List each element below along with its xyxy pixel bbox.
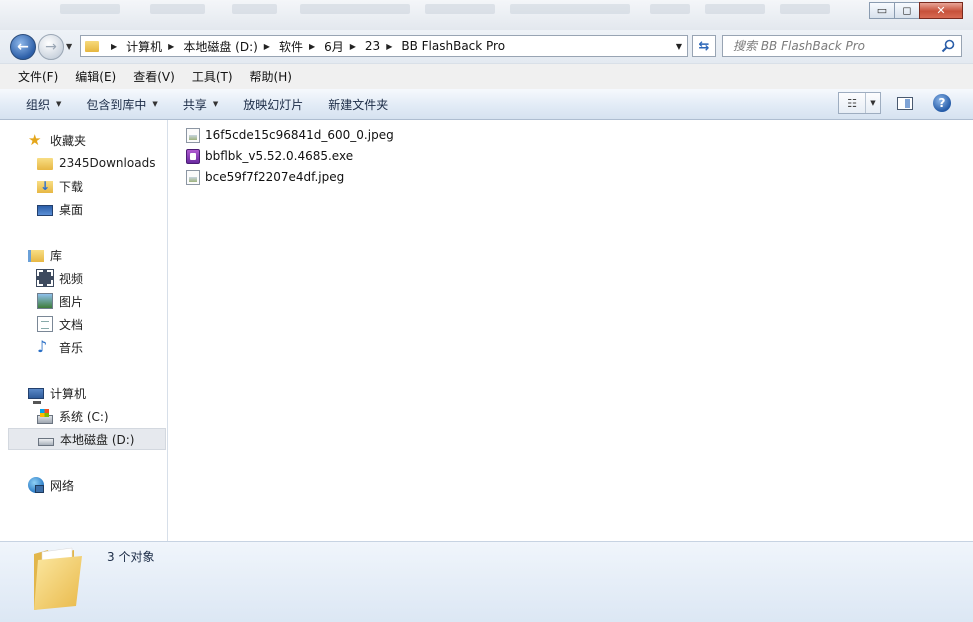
download-folder-icon (37, 179, 53, 193)
refresh-button[interactable]: ⇆ (692, 35, 716, 57)
video-library-icon (36, 269, 54, 287)
large-folder-icon (34, 547, 82, 610)
close-button[interactable]: ✕ (919, 2, 963, 19)
new-folder-button[interactable]: 新建文件夹 (322, 96, 394, 113)
hard-drive-icon (38, 437, 54, 446)
address-bar[interactable]: ▶ 计算机 ▶ 本地磁盘 (D:) ▶ 软件 ▶ 6月 ▶ 23 ▶ BB FlashBa… (80, 35, 688, 57)
address-history-dropdown[interactable]: ▼ (676, 42, 682, 51)
chevron-down-icon: ▼ (675, 42, 682, 51)
view-options: ☷ ▼ (838, 92, 881, 114)
nav-libraries[interactable]: 库 (28, 245, 62, 265)
nav-network[interactable]: 网络 (28, 475, 74, 495)
menu-view[interactable]: 查看(V) (128, 68, 180, 85)
folder-icon (37, 158, 53, 170)
file-item[interactable]: bbflbk_v5.52.0.4685.exe (186, 146, 353, 166)
menu-help[interactable]: 帮助(H) (245, 68, 297, 85)
jpeg-file-icon (186, 169, 200, 185)
nav-item-documents[interactable]: 文档 (37, 314, 83, 334)
menu-edit[interactable]: 编辑(E) (70, 68, 121, 85)
change-view-button[interactable]: ☷ (839, 93, 866, 113)
chevron-down-icon: ▼ (870, 99, 876, 107)
menu-tools[interactable]: 工具(T) (187, 68, 238, 85)
window-controls: ▭ ◻ ✕ (869, 2, 963, 19)
help-icon: ? (938, 96, 946, 110)
nav-item-pictures[interactable]: 图片 (37, 291, 83, 311)
nav-item-downloads[interactable]: 下载 (37, 176, 83, 196)
chevron-right-icon: ▶ (111, 41, 118, 51)
nav-computer[interactable]: 计算机 (28, 383, 86, 404)
chevron-right-icon: ▶ (168, 41, 175, 51)
chevron-down-icon: ▼ (66, 42, 73, 51)
more-views-dropdown[interactable]: ▼ (866, 93, 880, 113)
share-button[interactable]: 共享 ▼ (177, 96, 224, 113)
breadcrumb-item[interactable]: 软件 ▶ (279, 38, 324, 55)
chevron-down-icon: ▼ (56, 100, 62, 108)
arrow-left-icon: ← (17, 39, 29, 55)
chevron-right-icon: ▶ (263, 41, 270, 51)
breadcrumb-item[interactable]: 6月 ▶ (324, 38, 365, 55)
organize-button[interactable]: 组织 ▼ (20, 96, 67, 113)
maximize-button[interactable]: ◻ (894, 2, 920, 19)
navigation-pane: ★ 收藏夹 2345Downloads 下载 桌面 库 视频 图片 文档 ♪ 音… (0, 120, 168, 541)
breadcrumb-root[interactable]: ▶ (105, 42, 126, 51)
nav-item-2345downloads[interactable]: 2345Downloads (37, 153, 155, 173)
breadcrumb-current[interactable]: BB FlashBack Pro (401, 39, 505, 53)
file-item[interactable]: 16f5cde15c96841d_600_0.jpeg (186, 125, 394, 145)
network-icon (28, 477, 44, 493)
arrow-right-icon: → (45, 39, 57, 55)
item-count: 3 个对象 (107, 550, 155, 564)
details-view-icon: ☷ (847, 96, 857, 110)
nav-item-drive-d[interactable]: 本地磁盘 (D:) (8, 428, 166, 450)
search-icon[interactable] (941, 39, 955, 53)
music-note-icon: ♪ (37, 337, 48, 356)
include-in-library-button[interactable]: 包含到库中 ▼ (80, 96, 163, 113)
exe-file-icon (186, 148, 200, 164)
recent-pages-dropdown[interactable]: ▼ (66, 42, 72, 51)
system-drive-icon (37, 408, 53, 424)
menu-bar: 文件(F) 编辑(E) 查看(V) 工具(T) 帮助(H) (0, 63, 973, 90)
pictures-library-icon (37, 293, 53, 309)
star-icon: ★ (28, 131, 42, 149)
maximize-icon: ◻ (902, 4, 912, 17)
chevron-down-icon: ▼ (212, 100, 219, 108)
minimize-button[interactable]: ▭ (869, 2, 895, 19)
nav-item-videos[interactable]: 视频 (36, 268, 83, 288)
folder-icon (85, 40, 99, 52)
chevron-right-icon: ▶ (308, 41, 316, 51)
minimize-icon: ▭ (876, 4, 888, 17)
computer-icon (28, 388, 44, 404)
chevron-down-icon: ▼ (152, 100, 158, 108)
refresh-icon: ⇆ (698, 38, 710, 54)
nav-favorites[interactable]: ★ 收藏夹 (28, 130, 86, 150)
library-icon (28, 250, 44, 262)
forward-button[interactable]: → (38, 34, 64, 60)
title-bar: ▭ ◻ ✕ (0, 0, 973, 30)
breadcrumb-item[interactable]: 计算机 ▶ (126, 38, 183, 55)
desktop-icon (37, 204, 53, 216)
command-bar: 组织 ▼ 包含到库中 ▼ 共享 ▼ 放映幻灯片 新建文件夹 ☷ ▼ ? (0, 89, 973, 120)
navigation-row: ← → ▼ ▶ 计算机 ▶ 本地磁盘 (D:) ▶ 软件 ▶ 6月 ▶ 23 ▶ BB F… (0, 30, 973, 63)
file-item[interactable]: bce59f7f2207e4df.jpeg (186, 167, 344, 187)
jpeg-file-icon (186, 127, 200, 143)
nav-item-desktop[interactable]: 桌面 (37, 199, 83, 219)
back-button[interactable]: ← (10, 34, 36, 60)
documents-library-icon (37, 316, 53, 332)
preview-pane-button[interactable] (897, 97, 913, 110)
file-list: 16f5cde15c96841d_600_0.jpeg bbflbk_v5.52… (168, 120, 973, 541)
nav-item-drive-c[interactable]: 系统 (C:) (37, 406, 109, 426)
chevron-right-icon: ▶ (349, 41, 356, 51)
menu-file[interactable]: 文件(F) (13, 68, 63, 85)
help-button[interactable]: ? (933, 94, 951, 112)
search-box (722, 35, 962, 57)
breadcrumb-item[interactable]: 23 ▶ (365, 39, 401, 53)
close-icon: ✕ (936, 4, 946, 17)
background-window-ghost (0, 0, 860, 22)
slideshow-button[interactable]: 放映幻灯片 (237, 96, 309, 113)
search-input[interactable] (731, 38, 935, 54)
breadcrumb-item[interactable]: 本地磁盘 (D:) ▶ (183, 38, 279, 55)
chevron-right-icon: ▶ (386, 41, 393, 51)
nav-item-music[interactable]: ♪ 音乐 (37, 337, 83, 357)
details-pane: 3 个对象 (0, 541, 973, 622)
